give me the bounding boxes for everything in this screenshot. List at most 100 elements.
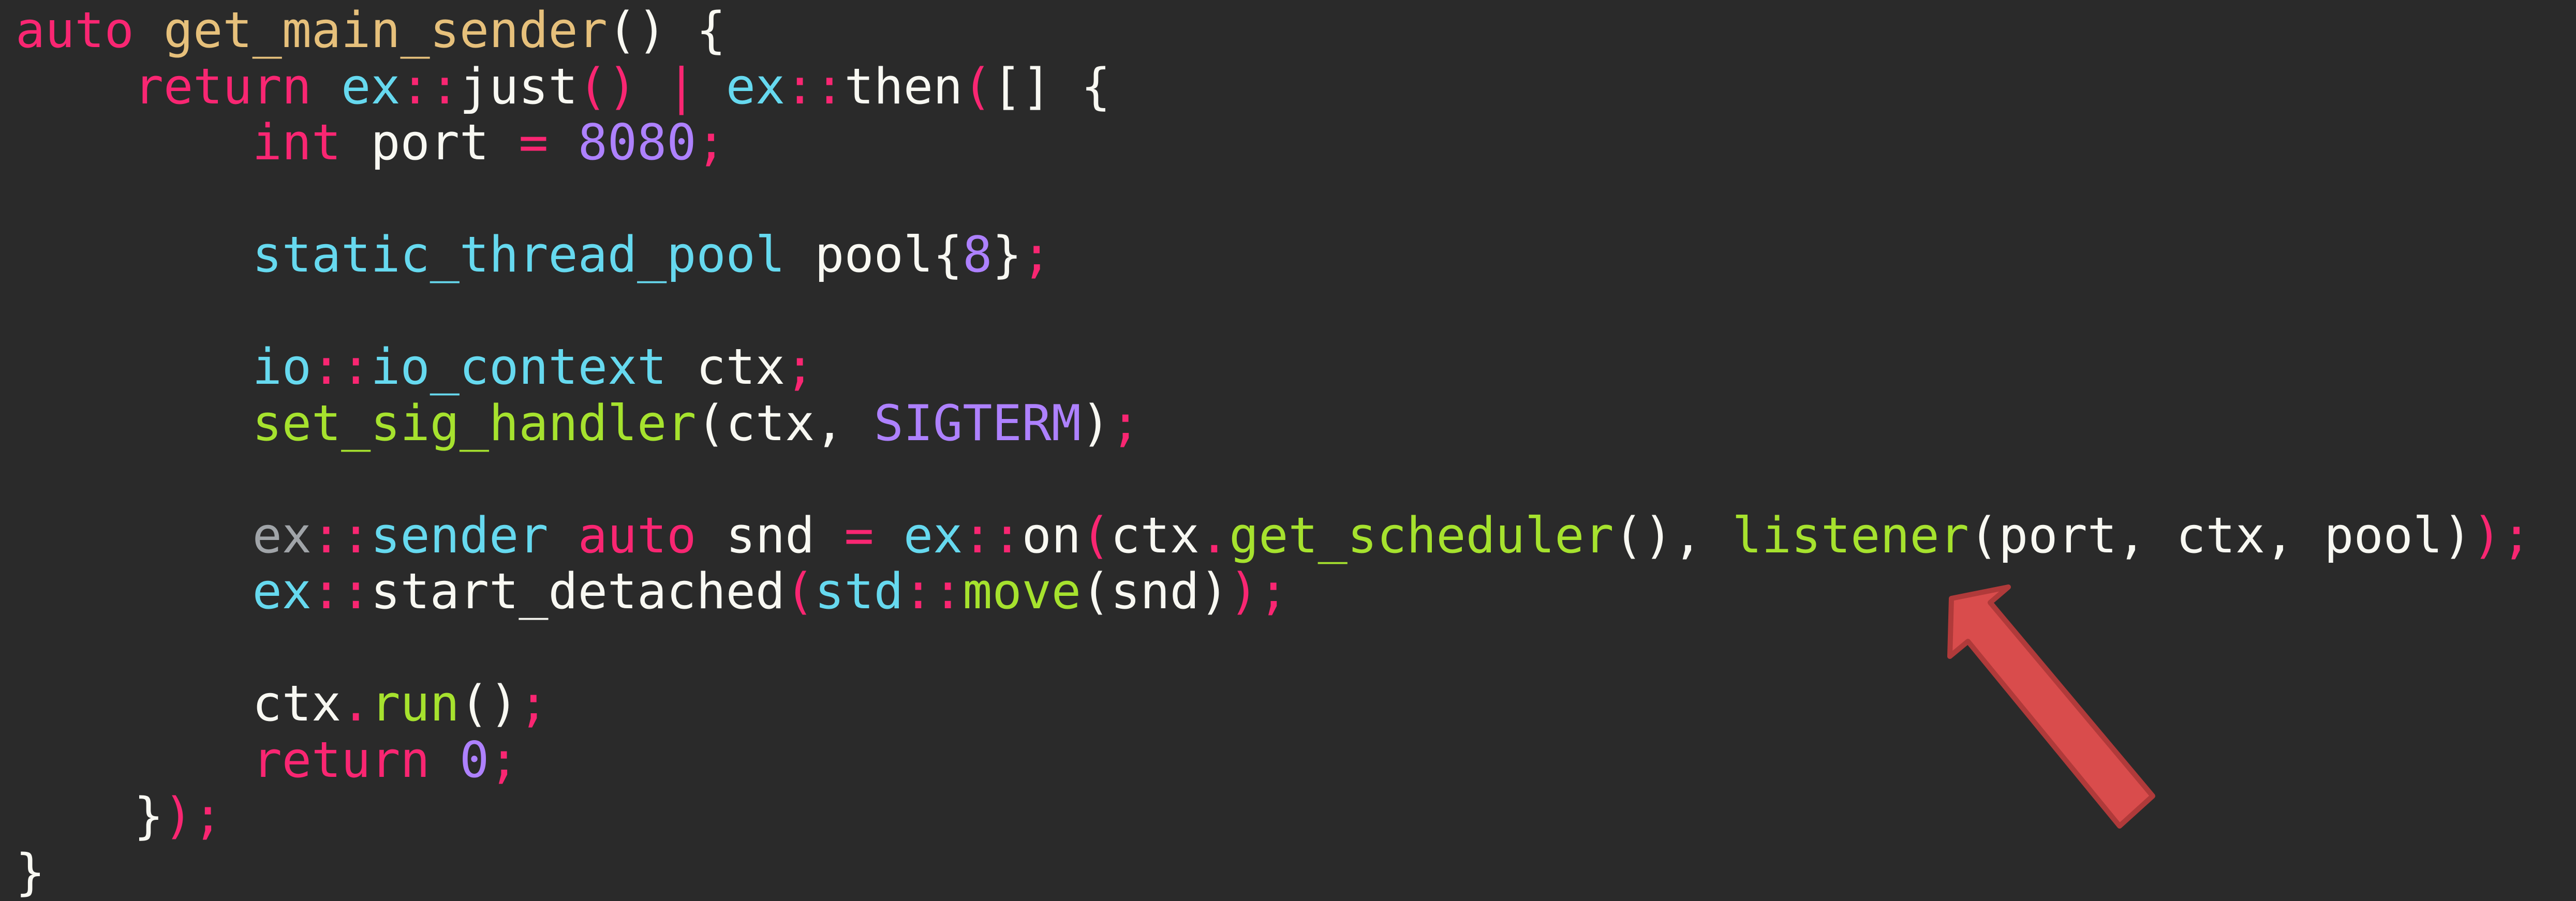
code-token: ::	[400, 58, 460, 115]
code-token: SIGTERM	[874, 395, 1082, 452]
code-token: .	[341, 675, 371, 732]
code-token: ctx	[1111, 507, 1200, 564]
code-token: auto	[16, 2, 134, 59]
code-token: io	[252, 339, 312, 396]
code-token: auto	[578, 507, 697, 564]
code-token: ()	[459, 675, 519, 732]
code-line: io::io_context ctx;	[16, 339, 815, 395]
code-token: ;	[1021, 227, 1052, 283]
code-line: });	[16, 788, 223, 844]
code-token: ::	[785, 58, 845, 115]
code-token: ;	[696, 114, 726, 171]
code-token: listener	[1732, 507, 1969, 564]
code-line: ctx.run();	[16, 676, 549, 732]
code-token: port	[341, 114, 519, 171]
code-token: ctx	[252, 675, 342, 732]
code-token: (),	[1613, 507, 1733, 564]
code-token: return	[252, 731, 430, 789]
code-token: )	[1081, 395, 1111, 452]
code-token: (port, ctx, pool)	[1968, 507, 2473, 564]
code-line: ex::start_detached(std::move(snd));	[16, 563, 1289, 620]
code-token: );	[163, 788, 223, 845]
code-token: ex	[252, 507, 312, 564]
code-token: }	[992, 227, 1022, 283]
code-token: );	[1229, 563, 1289, 620]
code-token: ex	[341, 58, 401, 115]
code-token: =	[844, 507, 874, 564]
code-line: int port = 8080;	[16, 115, 726, 171]
code-token: () {	[607, 2, 726, 59]
code-token: }	[16, 844, 46, 901]
code-token: move	[963, 563, 1082, 620]
code-token: [] {	[992, 58, 1111, 115]
code-token: ::	[311, 507, 371, 564]
code-token: run	[371, 675, 460, 732]
code-token: );	[2472, 507, 2531, 564]
code-token: ex	[726, 58, 786, 115]
code-token: then	[844, 58, 963, 115]
code-token: =	[519, 114, 549, 171]
code-token: get_main_sender	[163, 2, 608, 59]
code-token: ctx	[667, 339, 786, 396]
code-token: int	[252, 114, 342, 171]
code-token: get_scheduler	[1229, 507, 1614, 564]
code-token: pool{	[785, 227, 963, 283]
code-token: static_thread_pool	[252, 227, 786, 283]
code-token: on	[1021, 507, 1082, 564]
code-token: ;	[785, 339, 815, 396]
code-token: |	[637, 58, 726, 115]
code-token: just	[459, 58, 578, 115]
code-token: 8080	[578, 114, 697, 171]
code-line: auto get_main_sender() {	[16, 3, 726, 58]
code-token: (	[963, 58, 993, 115]
code-token: ::	[311, 563, 371, 620]
code-token: ex	[252, 563, 312, 620]
code-token: set_sig_handler	[252, 395, 697, 452]
code-token: io_context	[371, 339, 667, 396]
code-line: ex::sender auto snd = ex::on(ctx.get_sch…	[16, 508, 2531, 564]
code-token: }	[134, 788, 164, 845]
code-token: ::	[963, 507, 1022, 564]
code-token: snd	[696, 507, 845, 564]
code-token: ::	[311, 339, 371, 396]
code-token: ()	[578, 58, 638, 115]
code-token: return	[134, 58, 312, 115]
code-token: ::	[903, 563, 963, 620]
code-line: static_thread_pool pool{8};	[16, 227, 1052, 283]
code-token: ;	[519, 675, 549, 732]
code-token: 8	[963, 227, 993, 283]
code-token: (	[785, 563, 815, 620]
code-token: ;	[1111, 395, 1141, 452]
code-line: return ex::just() | ex::then([] {	[16, 59, 1111, 115]
code-token: 0	[459, 731, 490, 789]
code-token: ex	[903, 507, 963, 564]
code-token: (snd)	[1081, 563, 1230, 620]
code-token: sender	[371, 507, 549, 564]
code-token: .	[1199, 507, 1230, 564]
code-line: return 0;	[16, 732, 519, 788]
code-line: set_sig_handler(ctx, SIGTERM);	[16, 395, 1141, 452]
code-token: (ctx,	[696, 395, 874, 452]
code-token: ;	[489, 731, 519, 789]
code-editor: auto get_main_sender() { return ex::just…	[0, 0, 2576, 900]
code-token: start_detached	[371, 563, 786, 620]
code-token: (	[1081, 507, 1111, 564]
code-line: }	[16, 845, 45, 900]
code-token: std	[815, 563, 904, 620]
